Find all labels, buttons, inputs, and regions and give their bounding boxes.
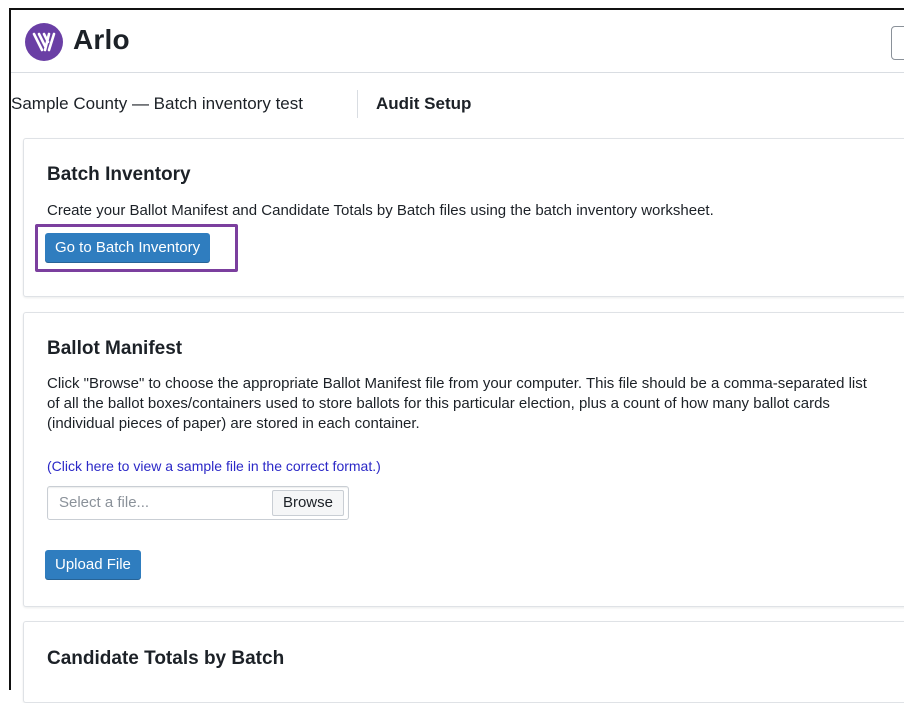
- top-navbar: Arlo: [11, 10, 904, 73]
- go-to-batch-inventory-button[interactable]: Go to Batch Inventory: [45, 233, 211, 263]
- ballot-manifest-description: Click "Browse" to choose the appropriate…: [47, 375, 867, 432]
- ballot-manifest-card: Ballot Manifest Click "Browse" to choose…: [23, 312, 904, 607]
- batch-inventory-description: Create your Ballot Manifest and Candidat…: [47, 202, 714, 219]
- candidate-totals-card: Candidate Totals by Batch: [23, 621, 904, 703]
- ballot-manifest-file-input[interactable]: Select a file... Browse: [47, 486, 349, 520]
- user-menu-button[interactable]: [891, 26, 904, 60]
- ballot-manifest-title: Ballot Manifest: [47, 338, 183, 359]
- candidate-totals-title: Candidate Totals by Batch: [47, 648, 285, 669]
- app-title[interactable]: Arlo: [73, 24, 130, 56]
- file-input-placeholder: Select a file...: [59, 494, 150, 511]
- sample-file-link[interactable]: (Click here to view a sample file in the…: [47, 458, 381, 474]
- batch-inventory-title: Batch Inventory: [47, 164, 191, 185]
- batch-inventory-card: Batch Inventory Create your Ballot Manif…: [23, 138, 904, 297]
- breadcrumb-audit-name: Sample County — Batch inventory test: [11, 94, 303, 113]
- arlo-logo-icon[interactable]: [25, 23, 63, 61]
- tab-audit-setup[interactable]: Audit Setup: [376, 94, 471, 114]
- breadcrumb-divider: [357, 90, 358, 118]
- upload-file-button[interactable]: Upload File: [45, 550, 141, 580]
- app-window: Arlo Sample County — Batch inventory tes…: [9, 8, 904, 703]
- browse-button[interactable]: Browse: [271, 490, 344, 516]
